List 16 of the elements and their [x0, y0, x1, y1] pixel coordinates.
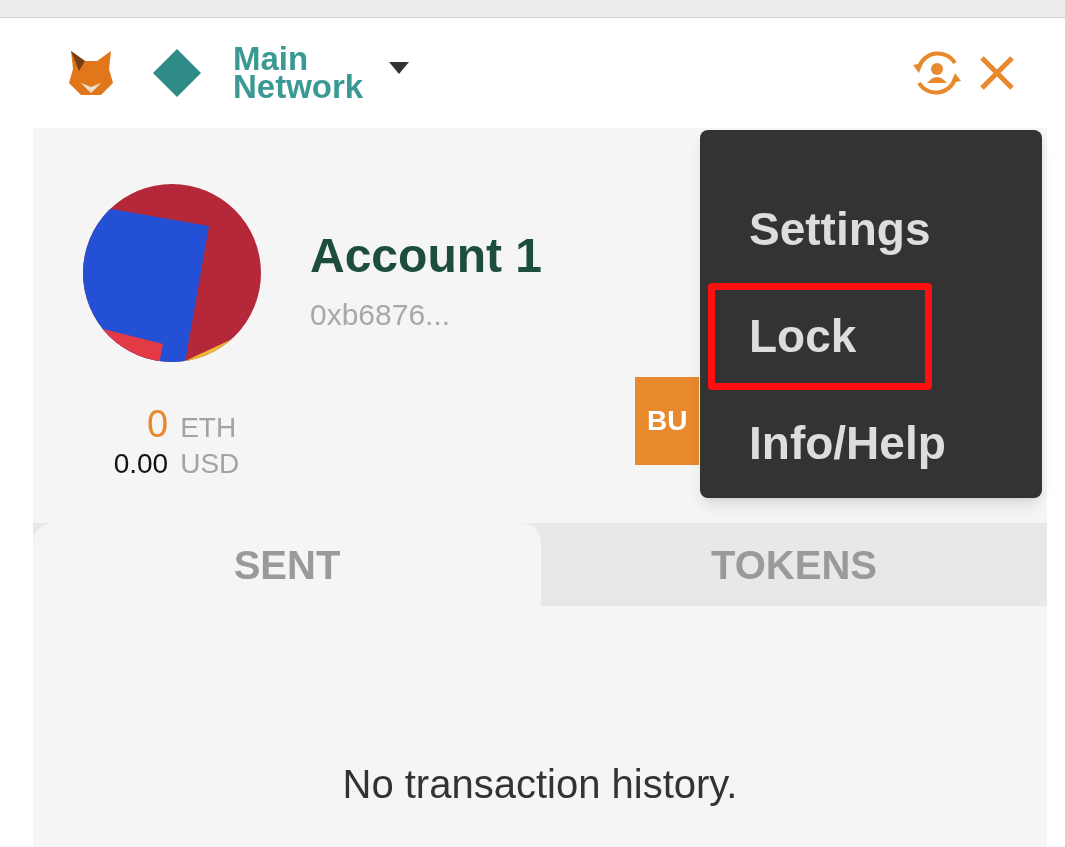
- account-address: 0xb6876...: [310, 297, 451, 333]
- eth-amount: 0: [146, 406, 169, 442]
- caret-icon[interactable]: [389, 62, 410, 74]
- menu-item[interactable]: Info/Help: [708, 390, 1008, 497]
- tab[interactable]: SENT: [33, 523, 541, 606]
- diamond-icon: [151, 47, 203, 99]
- network-selector[interactable]: Main Network: [233, 45, 364, 101]
- buy-button[interactable]: BU: [635, 377, 699, 465]
- menu-item[interactable]: Lock: [708, 283, 932, 390]
- eth-unit: ETH: [180, 411, 238, 445]
- close-icon[interactable]: [979, 55, 1015, 91]
- usd-unit: USD: [180, 447, 240, 481]
- usd-amount: 0.00: [113, 447, 169, 481]
- menu-item[interactable]: Settings: [708, 176, 1008, 283]
- account-name: Account 1: [310, 228, 543, 284]
- empty-message: No transaction history.: [342, 761, 738, 808]
